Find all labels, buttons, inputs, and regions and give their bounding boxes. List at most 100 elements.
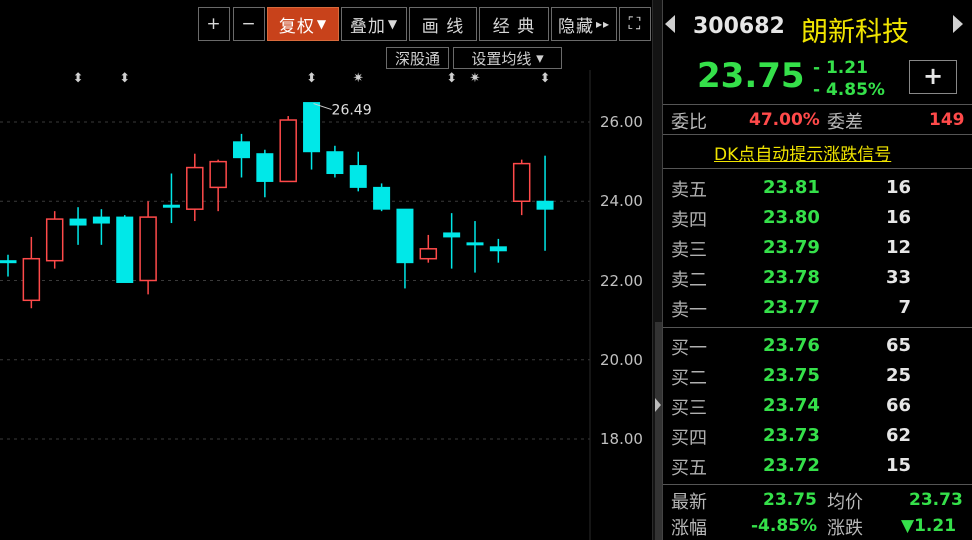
ask-volume: 7 — [898, 297, 911, 318]
bid-row: 买一 23.76 65 — [663, 332, 972, 360]
expand-arrow-icon[interactable] — [655, 398, 661, 412]
candle-body — [69, 218, 87, 226]
fuquan-dropdown[interactable]: 复权 ▼ — [267, 7, 339, 41]
ask-row: 卖四 23.80 16 — [663, 204, 972, 232]
weicha-label: 委差 — [827, 112, 863, 133]
add-watchlist-button[interactable]: + — [909, 60, 957, 94]
zoom-out-button[interactable]: − — [233, 7, 265, 41]
plus-icon: + — [206, 14, 222, 34]
ma-settings-dropdown[interactable]: 设置均线 ▾ — [453, 47, 562, 69]
ask-volume: 16 — [885, 177, 911, 198]
bid-price: 23.76 — [763, 335, 820, 356]
bid-volume: 62 — [885, 425, 911, 446]
y-tick-label: 24.00 — [600, 192, 643, 210]
event-marker-icon: ⬍ — [306, 71, 317, 86]
bid-label: 买四 — [671, 428, 707, 449]
candle-body — [116, 216, 134, 283]
candle-body — [466, 242, 484, 246]
candle-body — [349, 165, 367, 188]
quote-panel: 300682 朗新科技 23.75 - 1.21 - 4.85% + 委比 47… — [662, 0, 972, 540]
shengutong-button[interactable]: 深股通 — [386, 47, 449, 69]
bid-label: 买五 — [671, 458, 707, 479]
event-marker-icon: ⬍ — [540, 71, 551, 86]
stock-code: 300682 — [693, 14, 785, 39]
bid-price: 23.73 — [763, 425, 820, 446]
hide-button[interactable]: 隐藏 ▸▸ — [551, 7, 617, 41]
bid-price: 23.72 — [763, 455, 820, 476]
classic-button[interactable]: 经 典 — [479, 7, 549, 41]
ask-price: 23.78 — [763, 267, 820, 288]
candle-body — [0, 260, 17, 264]
bid-row: 买四 23.73 62 — [663, 422, 972, 450]
kline-chart-area[interactable]: ⬍ ⬍ ⬍ ✷ ⬍ ✷ ⬍ 26.49 + − 复权 ▼ 叠加 ▼ 画 线 经 典 隐藏 ▸▸ ⛶ … — [0, 0, 652, 540]
candle-body — [92, 216, 110, 224]
ask-price: 23.81 — [763, 177, 820, 198]
divider — [663, 104, 972, 105]
ask-volume: 12 — [885, 237, 911, 258]
ma-settings-label: 设置均线 — [471, 49, 532, 68]
zoom-in-button[interactable]: + — [198, 7, 230, 41]
y-tick-label: 26.00 — [600, 113, 643, 131]
bid-price: 23.74 — [763, 395, 820, 416]
fullscreen-icon: ⛶ — [628, 14, 642, 34]
zhangdie-label: 涨跌 — [827, 518, 863, 539]
candle-body — [396, 208, 414, 264]
y-tick-label: 20.00 — [600, 351, 643, 369]
divider — [663, 134, 972, 135]
bid-label: 买二 — [671, 368, 707, 389]
bid-row: 买五 23.72 15 — [663, 452, 972, 480]
draw-line-button[interactable]: 画 线 — [409, 7, 477, 41]
candle-body — [139, 216, 157, 282]
ask-row: 卖五 23.81 16 — [663, 174, 972, 202]
candle-body — [303, 102, 321, 153]
bid-volume: 65 — [885, 335, 911, 356]
dropdown-arrow-icon: ▾ — [536, 49, 544, 67]
candle-body — [373, 186, 391, 210]
ask-volume: 33 — [885, 267, 911, 288]
candle-body — [22, 257, 41, 302]
dk-signal-link[interactable]: DK点自动提示涨跌信号 — [714, 140, 891, 165]
event-marker-icon: ✷ — [353, 71, 364, 86]
next-stock-icon[interactable] — [953, 15, 963, 33]
latest-label: 最新 — [671, 492, 707, 513]
scrollbar-thumb[interactable] — [655, 322, 662, 540]
bid-label: 买三 — [671, 398, 707, 419]
dropdown-arrow-icon: ▼ — [387, 17, 399, 31]
candle-body — [209, 160, 227, 189]
avg-value: 23.73 — [909, 490, 963, 510]
candle-body — [536, 200, 554, 210]
fullscreen-button[interactable]: ⛶ — [619, 7, 651, 41]
chart-scrollbar[interactable] — [652, 0, 662, 540]
y-tick-label: 22.00 — [600, 272, 643, 290]
change-value: - 1.21 — [813, 58, 868, 78]
diejia-dropdown[interactable]: 叠加 ▼ — [341, 7, 407, 41]
event-marker-icon: ✷ — [470, 71, 481, 86]
divider — [663, 168, 972, 169]
bid-price: 23.75 — [763, 365, 820, 386]
event-marker-icon: ⬍ — [119, 71, 130, 86]
minus-icon: − — [241, 14, 257, 34]
weicha-value: 149 — [929, 110, 965, 130]
bid-volume: 66 — [885, 395, 911, 416]
candle-body — [443, 232, 461, 238]
ask-row: 卖三 23.79 12 — [663, 234, 972, 262]
ask-volume: 16 — [885, 207, 911, 228]
prev-stock-icon[interactable] — [665, 15, 675, 33]
ask-row: 卖二 23.78 33 — [663, 264, 972, 292]
candle-body — [233, 141, 250, 159]
candle-body — [162, 204, 180, 208]
ask-row: 卖一 23.77 7 — [663, 294, 972, 322]
shengutong-label: 深股通 — [394, 49, 440, 68]
candle-body — [512, 162, 531, 202]
weibi-label: 委比 — [671, 112, 707, 133]
bid-row: 买二 23.75 25 — [663, 362, 972, 390]
candle-body — [419, 248, 438, 260]
ask-label: 卖三 — [671, 240, 707, 261]
kline-chart[interactable]: ⬍ ⬍ ⬍ ✷ ⬍ ✷ ⬍ 26.49 — [0, 0, 652, 540]
weibi-value: 47.00% — [749, 110, 820, 130]
y-tick-label: 18.00 — [600, 430, 643, 448]
latest-value: 23.75 — [763, 490, 817, 510]
divider — [663, 327, 972, 328]
candle-body — [186, 166, 204, 210]
stock-name: 朗新科技 — [801, 17, 909, 48]
